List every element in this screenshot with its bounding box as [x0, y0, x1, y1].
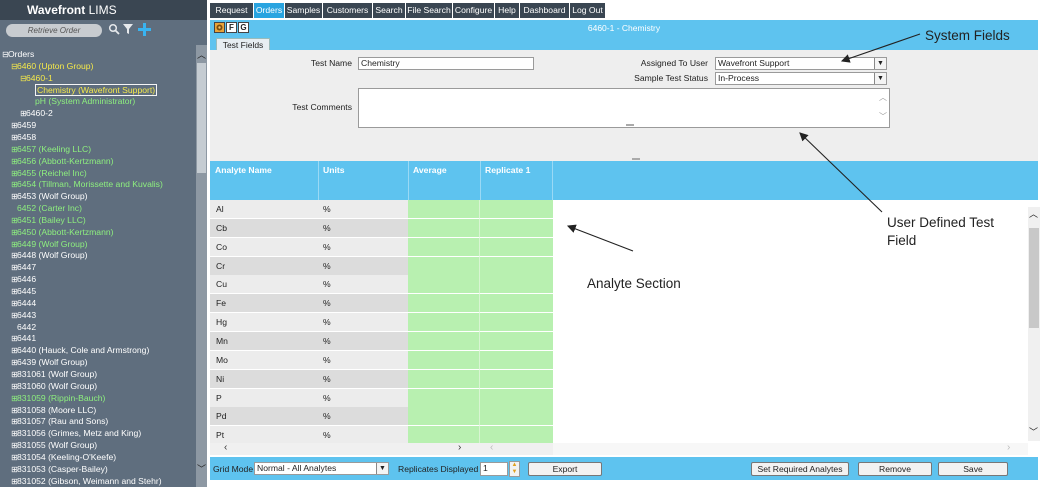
arrow-analyte-section: [566, 224, 634, 252]
arrow-user-defined: [799, 132, 883, 213]
annotation-arrows: [566, 33, 921, 252]
arrow-system-fields: [840, 33, 921, 63]
